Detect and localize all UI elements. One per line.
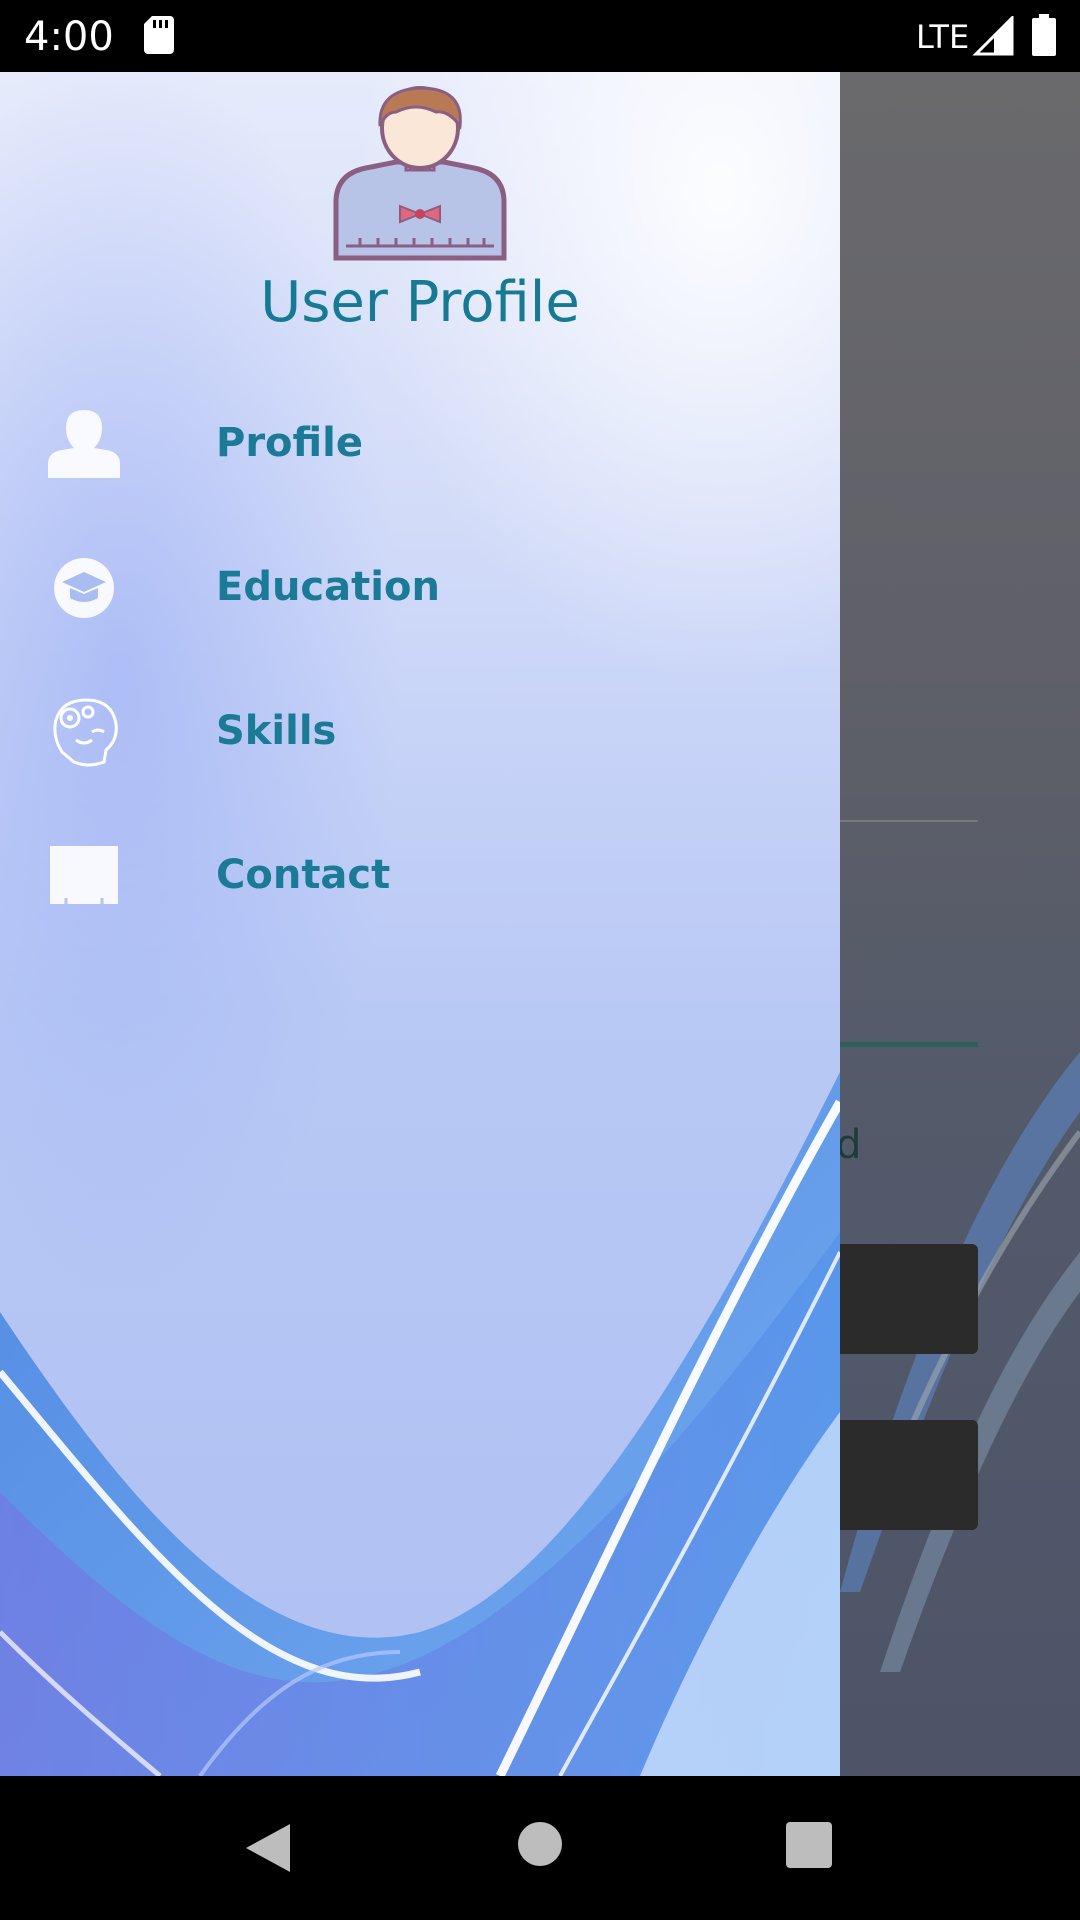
person-icon (48, 410, 120, 478)
drawer-title: User Profile (260, 270, 580, 335)
network-type-label: LTE (916, 18, 970, 56)
menu-item-education[interactable]: Education (0, 526, 840, 646)
menu-label-education: Education (216, 564, 440, 610)
navigation-drawer: User Profile Profile Education Skills Co… (0, 72, 840, 1776)
home-icon[interactable] (518, 1822, 562, 1866)
battery-icon (1032, 14, 1056, 56)
menu-label-skills: Skills (216, 708, 337, 754)
background-input-underline (840, 1042, 978, 1047)
background-divider (840, 820, 978, 822)
menu-label-profile: Profile (216, 420, 364, 466)
background-button-1 (820, 1244, 978, 1354)
background-button-2 (820, 1420, 978, 1530)
status-bar: 4:00 LTE (0, 0, 1080, 72)
menu-item-skills[interactable]: Skills (0, 670, 840, 790)
user-avatar-icon (333, 86, 507, 261)
graduation-cap-icon (54, 558, 114, 618)
status-time: 4:00 (24, 14, 114, 60)
menu-item-contact[interactable]: Contact (0, 814, 840, 934)
sd-card-icon (144, 16, 174, 54)
menu-item-profile[interactable]: Profile (0, 382, 840, 502)
signal-icon (972, 16, 1014, 56)
recents-icon[interactable] (786, 1822, 832, 1868)
back-icon[interactable] (242, 1822, 292, 1874)
contact-card-icon (50, 846, 118, 904)
system-nav-bar (0, 1776, 1080, 1920)
menu-label-contact: Contact (216, 852, 391, 898)
brain-gears-icon (53, 698, 118, 767)
